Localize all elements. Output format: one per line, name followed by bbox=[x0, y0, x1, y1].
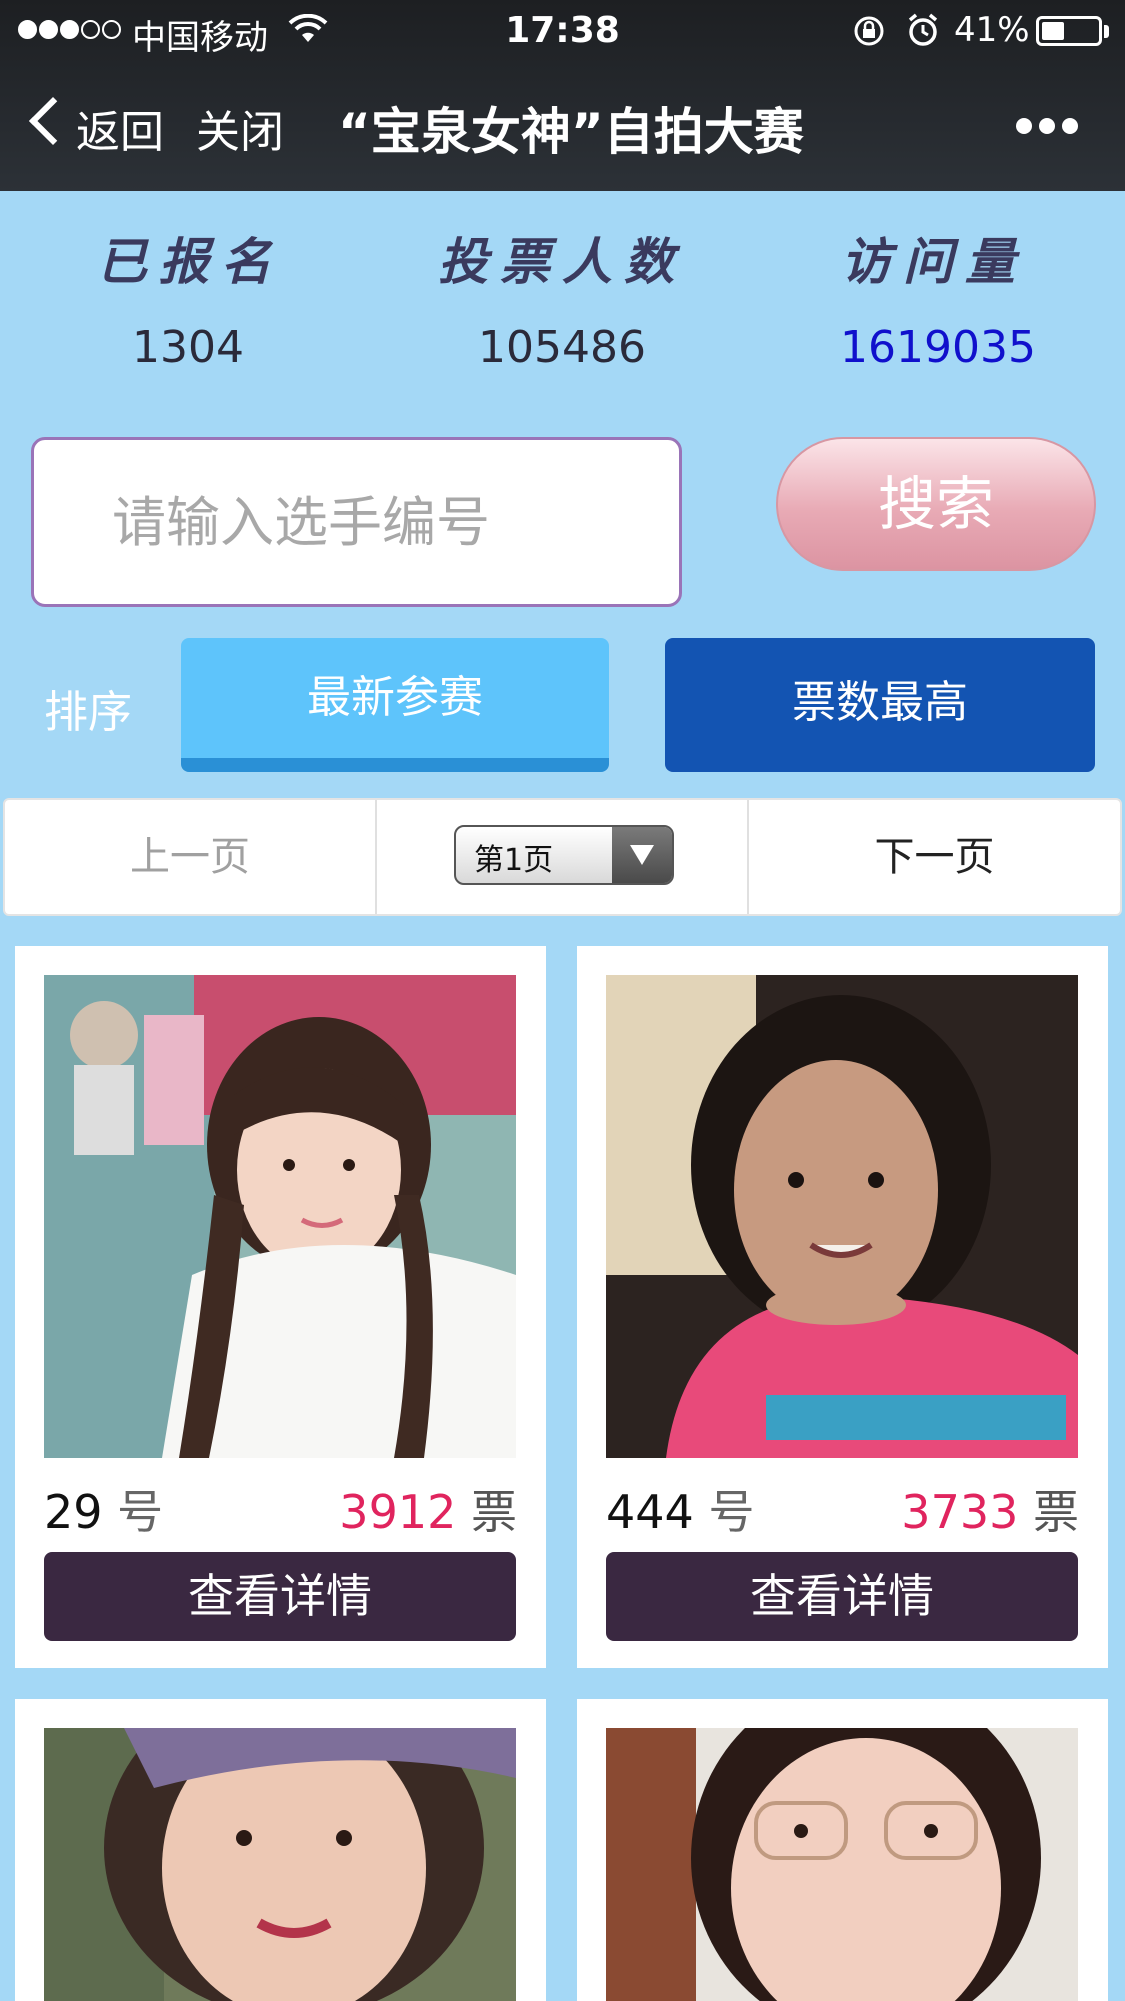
contestant-number: 29 号 bbox=[44, 1485, 164, 1539]
prev-page-button[interactable]: 上一页 bbox=[5, 800, 375, 914]
dropdown-arrow-icon bbox=[612, 827, 672, 883]
status-bar: 中国移动 17:38 41% bbox=[0, 0, 1125, 62]
contestant-photo[interactable] bbox=[606, 1728, 1078, 2001]
view-details-button[interactable]: 查看详情 bbox=[44, 1552, 516, 1641]
battery-icon bbox=[1036, 16, 1102, 46]
pager-divider bbox=[375, 800, 377, 914]
close-button[interactable]: 关闭 bbox=[196, 96, 284, 160]
back-chevron-icon[interactable] bbox=[28, 96, 78, 146]
sort-newest-button[interactable]: 最新参赛 bbox=[181, 638, 609, 772]
nav-bar: 返回 关闭 “宝泉女神”自拍大赛 bbox=[0, 62, 1125, 191]
vote-count: 3912 票 bbox=[339, 1485, 517, 1539]
view-details-button[interactable]: 查看详情 bbox=[606, 1552, 1078, 1641]
back-button[interactable]: 返回 bbox=[76, 96, 164, 160]
next-page-button[interactable]: 下一页 bbox=[749, 800, 1120, 914]
contestant-photo[interactable] bbox=[606, 975, 1078, 1458]
sort-top-votes-button[interactable]: 票数最高 bbox=[665, 638, 1095, 772]
contestant-card: 444 号 3733 票 查看详情 bbox=[577, 946, 1108, 1668]
stat-value-voters: 105486 bbox=[478, 322, 646, 373]
stat-label-voters: 投票人数 bbox=[438, 232, 686, 291]
contestant-number-input[interactable] bbox=[31, 437, 682, 607]
page-select[interactable]: 第1页 bbox=[454, 825, 674, 885]
contestant-number: 444 号 bbox=[606, 1485, 755, 1539]
contestant-card bbox=[577, 1699, 1108, 2001]
sort-label: 排序 bbox=[44, 687, 132, 738]
contestant-card: 29 号 3912 票 查看详情 bbox=[15, 946, 546, 1668]
contestant-photo[interactable] bbox=[44, 1728, 516, 2001]
top-bar: 中国移动 17:38 41% 返回 关闭 “宝泉女神”自拍大赛 bbox=[0, 0, 1125, 191]
contestant-photo[interactable] bbox=[44, 975, 516, 1458]
battery-tip bbox=[1104, 25, 1109, 38]
vote-count: 3733 票 bbox=[901, 1485, 1079, 1539]
contestant-card bbox=[15, 1699, 546, 2001]
stat-value-visits: 1619035 bbox=[840, 322, 1036, 373]
more-menu-icon[interactable] bbox=[1016, 118, 1085, 138]
pager: 上一页 第1页 下一页 bbox=[3, 798, 1122, 916]
page-title: “宝泉女神”自拍大赛 bbox=[338, 103, 804, 161]
search-button[interactable]: 搜索 bbox=[776, 437, 1096, 571]
stat-label-visits: 访问量 bbox=[841, 232, 1027, 291]
battery-percent: 41% bbox=[954, 10, 1030, 50]
page-select-value: 第1页 bbox=[474, 843, 554, 878]
rotation-lock-icon bbox=[854, 16, 884, 46]
stat-label-registered: 已报名 bbox=[97, 232, 283, 291]
stat-value-registered: 1304 bbox=[132, 322, 244, 373]
alarm-icon bbox=[908, 13, 938, 46]
